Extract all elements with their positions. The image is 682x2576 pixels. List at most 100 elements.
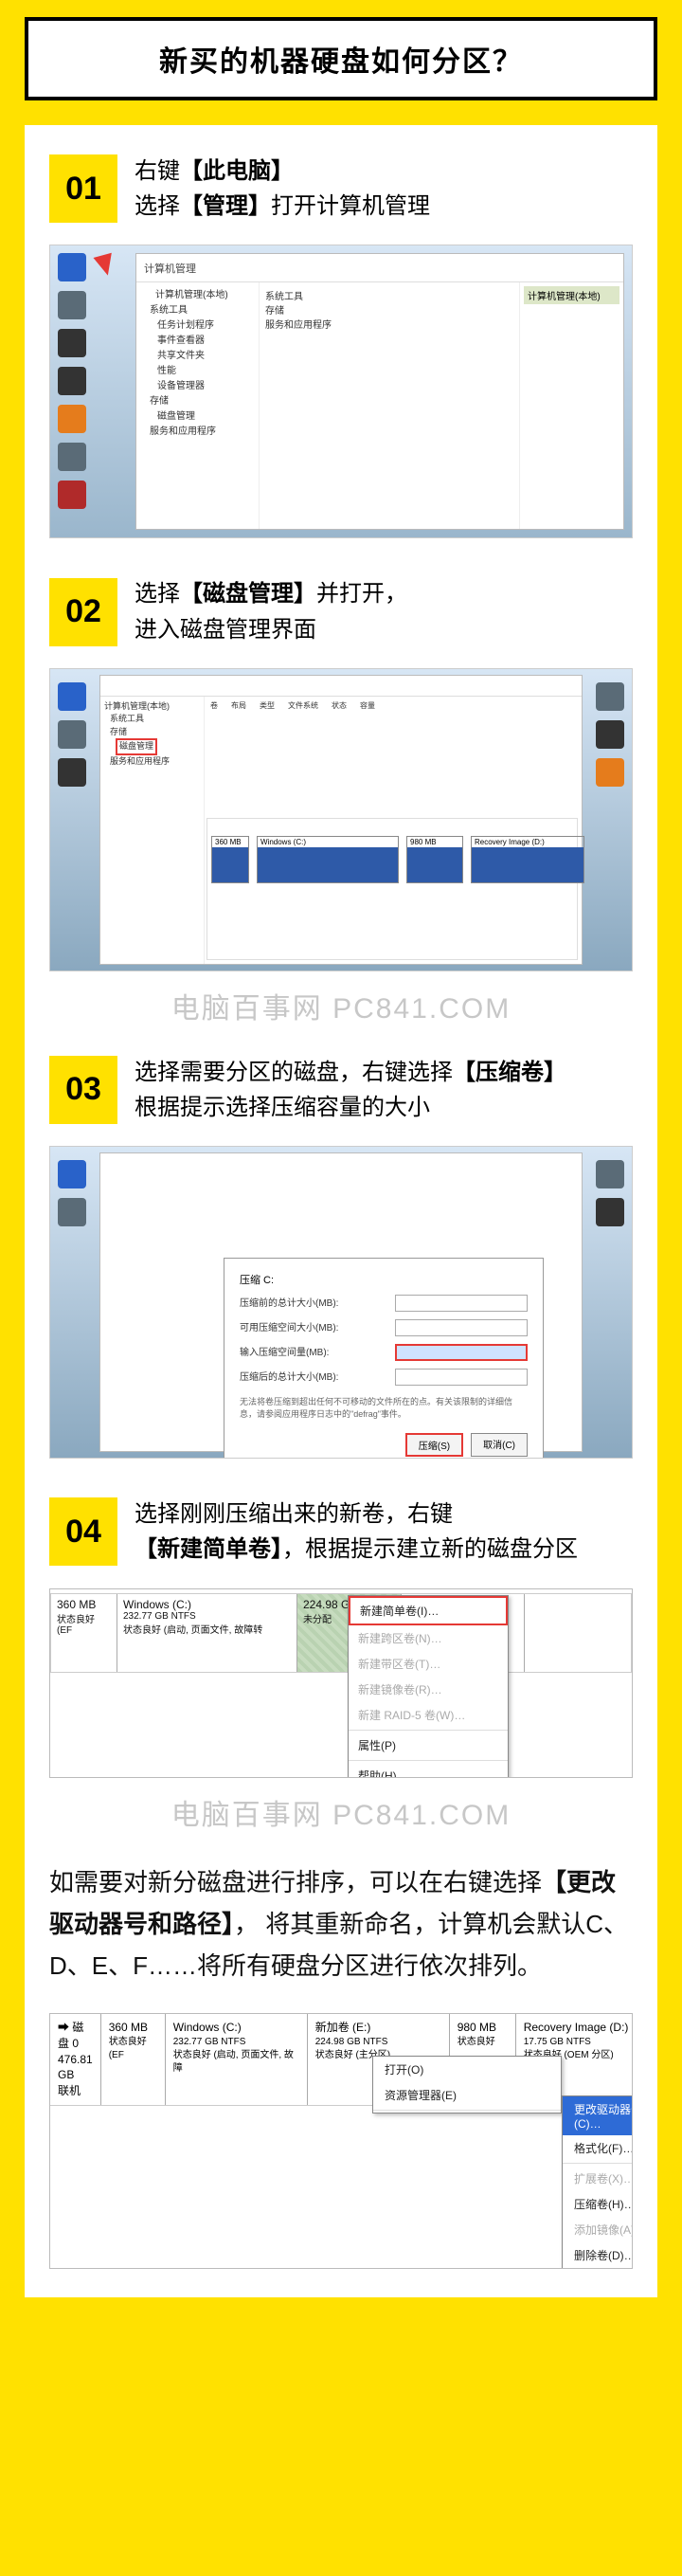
disk-state: 联机 bbox=[58, 2083, 93, 2099]
partition-bar[interactable]: 980 MB bbox=[406, 836, 463, 883]
disk-management-window: 计算机管理(本地) 系统工具 存储 磁盘管理 服务和应用程序 卷布局类型文件系统… bbox=[99, 675, 583, 965]
tree-item[interactable]: 磁盘管理 bbox=[157, 409, 195, 425]
context-menu[interactable]: 新建简单卷(I)…新建跨区卷(N)…新建带区卷(T)…新建镜像卷(R)…新建 R… bbox=[348, 1595, 509, 1778]
tree-item[interactable]: 设备管理器 bbox=[157, 379, 205, 394]
tree-item[interactable]: 性能 bbox=[157, 364, 176, 379]
menu-item[interactable]: 压缩卷(H)… bbox=[563, 2191, 633, 2217]
t-bold: 【磁盘管理】 bbox=[180, 581, 316, 607]
main-pane: 系统工具 存储 服务和应用程序 bbox=[260, 282, 519, 529]
step-04-number: 04 bbox=[49, 1497, 117, 1566]
watermark-text: 电脑百事网 PC841.COM bbox=[49, 985, 633, 1026]
content-card: 01 右键【此电脑】 选择【管理】打开计算机管理 计算机管理 bbox=[25, 125, 657, 2297]
menu-item[interactable]: 资源管理器(E) bbox=[373, 2082, 561, 2108]
desktop-icon[interactable] bbox=[58, 367, 86, 395]
desktop-icons bbox=[50, 245, 135, 537]
desktop-icons-right bbox=[590, 677, 630, 792]
menu-item: 新建镜像卷(R)… bbox=[349, 1677, 508, 1702]
page-root: 新买的机器硬盘如何分区？ 01 右键【此电脑】 选择【管理】打开计算机管理 bbox=[0, 0, 682, 2297]
context-menu[interactable]: 打开(O)资源管理器(E) bbox=[372, 2056, 562, 2113]
t: 选择 bbox=[135, 581, 180, 607]
window-title: 计算机管理 bbox=[136, 254, 623, 282]
nav-tree[interactable]: 计算机管理(本地) 系统工具 存储 磁盘管理 服务和应用程序 bbox=[100, 697, 205, 964]
tree-item[interactable]: 事件查看器 bbox=[157, 334, 205, 349]
screenshot-step-04: 360 MB状态良好 (EFWindows (C:)232.77 GB NTFS… bbox=[49, 1588, 633, 1778]
t: 根据提示选择压缩容量的大小 bbox=[135, 1095, 430, 1120]
desktop-icon[interactable] bbox=[58, 329, 86, 357]
desktop-icon[interactable] bbox=[596, 682, 624, 711]
step-03-header: 03 选择需要分区的磁盘，右键选择【压缩卷】 根据提示选择压缩容量的大小 bbox=[49, 1055, 633, 1125]
step-04-text: 选择刚刚压缩出来的新卷，右键 【新建简单卷】，根据提示建立新的磁盘分区 bbox=[135, 1497, 578, 1567]
desktop-icon[interactable] bbox=[58, 481, 86, 509]
pane-item[interactable]: 存储 bbox=[265, 302, 513, 317]
partition-row: 360 MB状态良好 (EFWindows (C:)232.77 GB NTFS… bbox=[50, 1593, 632, 1673]
tree-item[interactable]: 计算机管理(本地) bbox=[104, 700, 200, 714]
desktop-icon[interactable] bbox=[58, 291, 86, 319]
menu-item[interactable]: 格式化(F)… bbox=[563, 2135, 633, 2161]
desktop-icon[interactable] bbox=[58, 253, 86, 281]
t-bold: 【此电脑】 bbox=[180, 158, 294, 184]
menu-item[interactable]: 删除卷(D)… bbox=[563, 2242, 633, 2268]
menu-item[interactable]: 更改驱动器号和路径(C)… bbox=[563, 2096, 633, 2135]
desktop-icon[interactable] bbox=[58, 1198, 86, 1226]
desktop-icon[interactable] bbox=[58, 758, 86, 787]
partition-bar[interactable]: Windows (C:) bbox=[257, 836, 399, 883]
actions-pane: 计算机管理(本地) bbox=[519, 282, 623, 529]
tree-item[interactable]: 服务和应用程序 bbox=[150, 425, 216, 440]
desktop-icon[interactable] bbox=[596, 720, 624, 749]
t-bold: 【新建简单卷】 bbox=[135, 1536, 282, 1562]
menu-item[interactable]: 打开(O) bbox=[373, 2057, 561, 2082]
t: 选择需要分区的磁盘，右键选择 bbox=[135, 1060, 453, 1085]
tree-item[interactable]: 任务计划程序 bbox=[157, 318, 214, 334]
desktop-icon[interactable] bbox=[58, 443, 86, 471]
t: ，根据提示建立新的磁盘分区 bbox=[282, 1536, 578, 1562]
pane-item[interactable]: 系统工具 bbox=[265, 288, 513, 302]
tree-item[interactable]: 系统工具 bbox=[104, 713, 200, 726]
tree-item[interactable]: 服务和应用程序 bbox=[104, 755, 200, 769]
tree-item[interactable]: 计算机管理(本地) bbox=[155, 288, 228, 303]
screenshot-step-03: 压缩 C: 压缩前的总计大小(MB):可用压缩空间大小(MB):输入压缩空间量(… bbox=[49, 1146, 633, 1459]
menu-item: 新建 RAID-5 卷(W)… bbox=[349, 1702, 508, 1728]
menu-item[interactable]: 新建简单卷(I)… bbox=[349, 1596, 508, 1625]
context-submenu[interactable]: 更改驱动器号和路径(C)…格式化(F)…扩展卷(X)…压缩卷(H)…添加镜像(A… bbox=[562, 2095, 633, 2269]
dialog-input[interactable] bbox=[395, 1344, 528, 1361]
cancel-button[interactable]: 取消(C) bbox=[471, 1433, 528, 1457]
tree-item[interactable]: 存储 bbox=[150, 394, 169, 409]
desktop-icon[interactable] bbox=[596, 758, 624, 787]
t: 右键 bbox=[135, 158, 180, 184]
tree-item[interactable]: 共享文件夹 bbox=[157, 349, 205, 364]
pane-item[interactable]: 服务和应用程序 bbox=[265, 317, 513, 331]
partition-cell[interactable]: 360 MB状态良好 (EF bbox=[51, 1594, 117, 1672]
menu-item[interactable]: 帮助(H) bbox=[349, 1763, 508, 1778]
partition-cell[interactable]: Windows (C:)232.77 GB NTFS状态良好 (启动, 页面文件… bbox=[166, 2014, 308, 2105]
dialog-row: 可用压缩空间大小(MB): bbox=[240, 1319, 528, 1336]
desktop-icon[interactable] bbox=[58, 1160, 86, 1188]
highlight-disk-management[interactable]: 磁盘管理 bbox=[116, 738, 157, 755]
step-02-text: 选择【磁盘管理】并打开， 进入磁盘管理界面 bbox=[135, 576, 407, 646]
desktop-icon[interactable] bbox=[58, 720, 86, 749]
menu-item[interactable]: 属性(P) bbox=[349, 1732, 508, 1758]
shrink-button[interactable]: 压缩(S) bbox=[405, 1433, 463, 1457]
desktop-icons-right bbox=[590, 1154, 630, 1232]
screenshot-step-02: 计算机管理(本地) 系统工具 存储 磁盘管理 服务和应用程序 卷布局类型文件系统… bbox=[49, 668, 633, 971]
t: 如需要对新分磁盘进行排序，可以在右键选择 bbox=[49, 1868, 542, 1896]
menu-item: 添加镜像(A)… bbox=[563, 2217, 633, 2242]
tree-item[interactable]: 系统工具 bbox=[150, 303, 188, 318]
shrink-volume-dialog: 压缩 C: 压缩前的总计大小(MB):可用压缩空间大小(MB):输入压缩空间量(… bbox=[224, 1258, 544, 1459]
t-bold: 【压缩卷】 bbox=[453, 1060, 566, 1085]
t-bold: 【管理】 bbox=[180, 193, 271, 219]
step-01-text: 右键【此电脑】 选择【管理】打开计算机管理 bbox=[135, 154, 430, 224]
nav-tree[interactable]: 计算机管理(本地) 系统工具 任务计划程序 事件查看器 共享文件夹 性能 设备管… bbox=[136, 282, 260, 529]
desktop-icon[interactable] bbox=[596, 1160, 624, 1188]
partition-bar[interactable]: Recovery Image (D:) bbox=[471, 836, 584, 883]
tree-item[interactable]: 存储 bbox=[104, 726, 200, 739]
dialog-input bbox=[395, 1295, 528, 1312]
desktop-icon[interactable] bbox=[596, 1198, 624, 1226]
desktop-icon[interactable] bbox=[58, 682, 86, 711]
step-03-text: 选择需要分区的磁盘，右键选择【压缩卷】 根据提示选择压缩容量的大小 bbox=[135, 1055, 566, 1125]
dialog-row: 输入压缩空间量(MB): bbox=[240, 1344, 528, 1361]
partition-cell[interactable]: Windows (C:)232.77 GB NTFS状态良好 (启动, 页面文件… bbox=[117, 1594, 297, 1672]
partition-bar[interactable]: 360 MB bbox=[211, 836, 249, 883]
desktop-icon[interactable] bbox=[58, 405, 86, 433]
partition-cell[interactable]: 360 MB状态良好 (EF bbox=[101, 2014, 166, 2105]
disk-label: 磁盘 0 bbox=[58, 2021, 83, 2050]
